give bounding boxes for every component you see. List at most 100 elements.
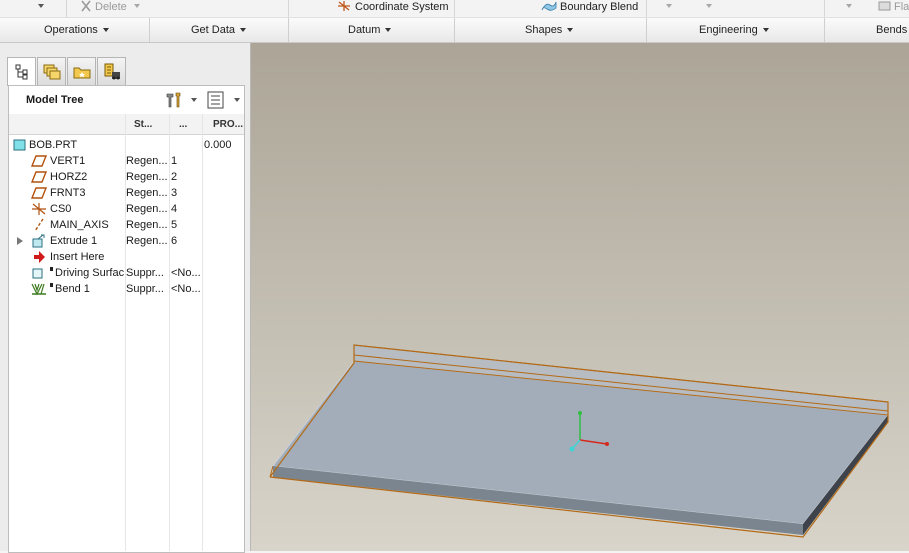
show-dropdown-arrow[interactable] [234,98,240,102]
delete-label: Delete [95,1,127,13]
bend-icon [31,283,46,296]
chevron-down-icon [102,28,109,33]
separator [454,0,455,17]
graphics-window[interactable] [251,43,909,551]
extrude-icon [32,234,45,248]
tree-item-number: 5 [171,219,178,231]
datum-plane-icon [31,171,47,183]
ribbon-top-row: Delete Coordinate System Boundary Blend … [0,0,909,18]
tree-item-label: MAIN_AXIS [50,219,109,231]
insert-arrow-icon [34,251,45,263]
tree-row-insert-here[interactable]: Insert Here [9,249,244,265]
dropdown-arrow[interactable] [38,0,44,17]
group-label: Engineering [699,24,758,36]
dropdown-arrow[interactable] [706,0,712,17]
column-header-property[interactable]: PRO... [213,119,243,130]
tab-folder-browser[interactable] [67,57,96,85]
model-tree-icon [15,64,27,80]
tab-favorites[interactable] [97,57,126,85]
group-shapes[interactable]: Shapes [455,18,647,42]
tree-row-frnt3[interactable]: FRNT3 Regen... 3 [9,185,244,201]
datum-plane-icon [31,155,47,167]
group-label: Operations [44,24,98,36]
suppressed-marker [50,267,53,271]
flat-label: Fla [894,1,909,13]
dropdown-arrow[interactable] [666,0,672,17]
chevron-down-icon [762,28,769,33]
tree-item-label: Bend 1 [55,283,90,295]
layers-icon [43,64,60,79]
tree-row-horz2[interactable]: HORZ2 Regen... 2 [9,169,244,185]
group-label: Datum [348,24,381,36]
model-tree-header: Model Tree [9,86,244,115]
coordinate-system-button[interactable]: Coordinate System [336,0,449,17]
tree-row-part[interactable]: BOB.PRT 0.000 [9,137,244,153]
tree-item-status: Regen... [126,219,168,231]
datum-plane-icon [31,187,47,199]
tree-column-headers: St... ... PRO... [9,114,244,135]
column-header-status[interactable]: St... [134,119,152,130]
tools-icon [166,92,181,108]
tree-item-label: BOB.PRT [29,139,78,151]
tree-item-label: CS0 [50,203,72,215]
flat-button[interactable]: Fla [878,0,909,17]
expand-arrow-icon[interactable] [16,236,32,250]
model-view[interactable] [251,43,909,551]
separator [66,0,67,17]
chevron-down-icon [385,28,392,33]
column-header-feature-number[interactable]: ... [179,119,187,130]
tree-item-number: 6 [171,235,178,247]
tree-row-vert1[interactable]: VERT1 Regen... 1 [9,153,244,169]
coordinate-system-label: Coordinate System [355,1,449,13]
group-engineering[interactable]: Engineering [647,18,825,42]
coordinate-system-icon [338,1,350,11]
tree-item-number: 3 [171,187,178,199]
separator [646,0,647,17]
chevron-down-icon [567,28,574,33]
group-bends[interactable]: Bends [825,18,909,42]
chevron-down-icon [240,28,247,33]
tree-item-number: 1 [171,155,178,167]
tree-row-bend-1[interactable]: Bend 1 Suppr... <No... [9,281,244,297]
boundary-blend-label: Boundary Blend [560,1,639,13]
sheet-plate-top-face[interactable] [272,360,889,525]
separator [288,0,289,17]
dropdown-arrow[interactable] [846,0,852,17]
axis-icon [34,218,44,232]
delete-button[interactable]: Delete [80,0,127,17]
boundary-blend-icon [541,1,557,11]
part-icon [13,139,26,151]
tree-row-driving-surface[interactable]: Driving Surfac Suppr... <No... [9,265,244,281]
tree-row-cs0[interactable]: CS0 Regen... 4 [9,201,244,217]
delete-dropdown-arrow[interactable] [134,0,140,17]
show-button[interactable] [207,91,225,112]
tree-item-status: Regen... [126,171,168,183]
tree-item-number: 4 [171,203,178,215]
tree-item-number: 2 [171,171,178,183]
model-tree-panel: Model Tree St... ... PRO... BOB.PRT 0.00… [8,85,245,553]
group-get-data[interactable]: Get Data [150,18,289,42]
tree-item-label: VERT1 [50,155,86,167]
boundary-blend-button[interactable]: Boundary Blend [541,0,638,17]
favorites-icon [104,63,120,79]
group-label: Get Data [191,24,236,36]
tree-item-label: Extrude 1 [50,235,98,247]
tree-item-status: Regen... [126,187,168,199]
tree-item-value: 0.000 [204,139,232,151]
group-datum[interactable]: Datum [289,18,455,42]
tree-item-label: FRNT3 [50,187,86,199]
group-operations[interactable]: Operations [0,18,150,42]
separator [824,0,825,17]
settings-button[interactable] [164,91,184,112]
tree-item-number: <No... [171,267,201,279]
tree-item-label: Insert Here [50,251,105,263]
settings-dropdown-arrow[interactable] [191,98,197,102]
tab-model-tree[interactable] [7,57,36,86]
list-icon [207,91,224,109]
tree-row-main-axis[interactable]: MAIN_AXIS Regen... 5 [9,217,244,233]
ribbon-group-bar: Operations Get Data Datum Shapes Enginee… [0,18,909,43]
tree-item-status: Suppr... [126,267,164,279]
tree-row-extrude-1[interactable]: Extrude 1 Regen... 6 [9,233,244,249]
tree-item-label: HORZ2 [50,171,88,183]
tab-layers[interactable] [37,57,66,85]
